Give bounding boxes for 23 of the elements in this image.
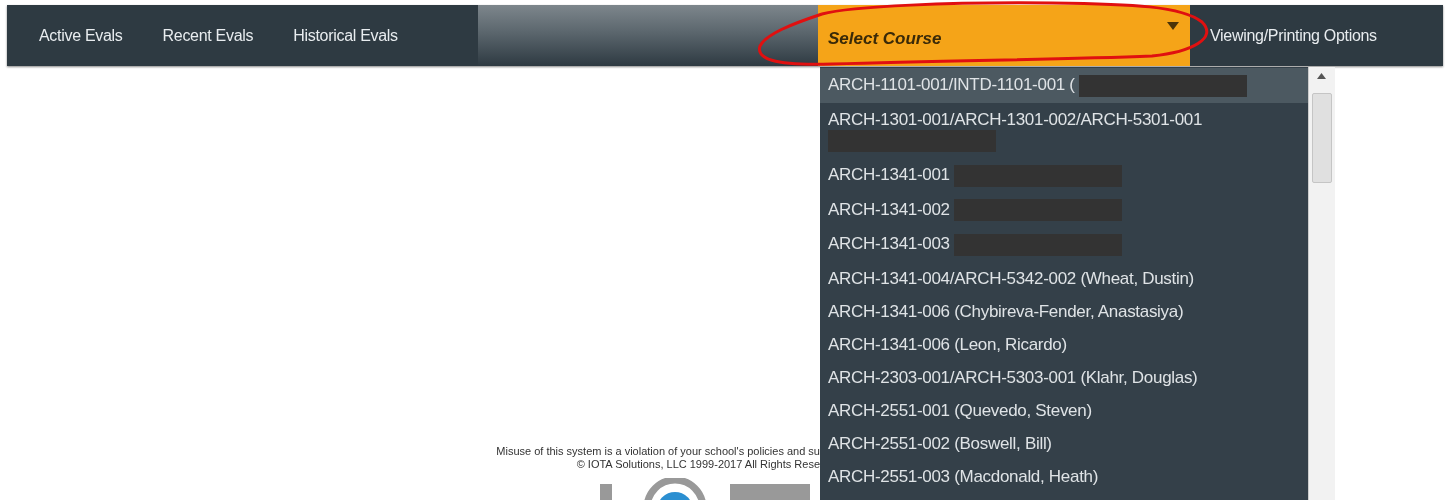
footer-text: © IOTA Solutions, LLC 1999-2017 All Rights Rese <box>575 458 820 471</box>
course-option[interactable]: ARCH-2551-003 (Macdonald, Heath) <box>820 459 1308 493</box>
course-option[interactable]: ARCH-1101-001/INTD-1101-001 ( <box>820 68 1308 103</box>
caret-icon <box>1166 21 1180 31</box>
scrollbar[interactable] <box>1308 67 1335 500</box>
nav-tab[interactable]: Historical Evals <box>273 5 418 66</box>
course-option[interactable]: ARCH-1341-006 (Leon, Ricardo) <box>820 327 1308 361</box>
course-option[interactable]: ARCH-2303-001/ARCH-5303-001 (Klahr, Douglas) <box>820 360 1308 394</box>
nav-tab[interactable]: Recent Evals <box>142 5 274 66</box>
options-link[interactable]: Viewing/Printing Options <box>1190 5 1443 66</box>
course-option[interactable]: ARCH-1341-006 (Chybireva-Fender, Anastasiya) <box>820 294 1308 328</box>
course-option[interactable]: ARCH-2551-001 (Quevedo, Steven) <box>820 393 1308 427</box>
scrollbar-thumb[interactable] <box>1312 93 1332 183</box>
nav-tab[interactable]: Active Evals <box>19 5 143 66</box>
course-option[interactable]: ARCH-1341-001 <box>820 158 1308 193</box>
footer-text: Misuse of this system is a violation of your school's policies and su <box>495 445 820 458</box>
scroll-up-icon[interactable] <box>1317 73 1326 79</box>
course-select[interactable]: Select Course <box>818 5 1190 66</box>
course-option[interactable]: ARCH-1301-001/ARCH-1301-002/ARCH-5301-001 <box>820 102 1308 159</box>
course-option[interactable]: ARCH-1341-002 <box>820 192 1308 228</box>
course-option[interactable]: ARCH-1341-004/ARCH-5342-002 (Wheat, Dustin) <box>820 261 1308 295</box>
course-option[interactable]: ARCH-2551-002 (Boswell, Bill) <box>820 426 1308 460</box>
course-option[interactable]: ARCH-1341-003 <box>820 227 1308 262</box>
